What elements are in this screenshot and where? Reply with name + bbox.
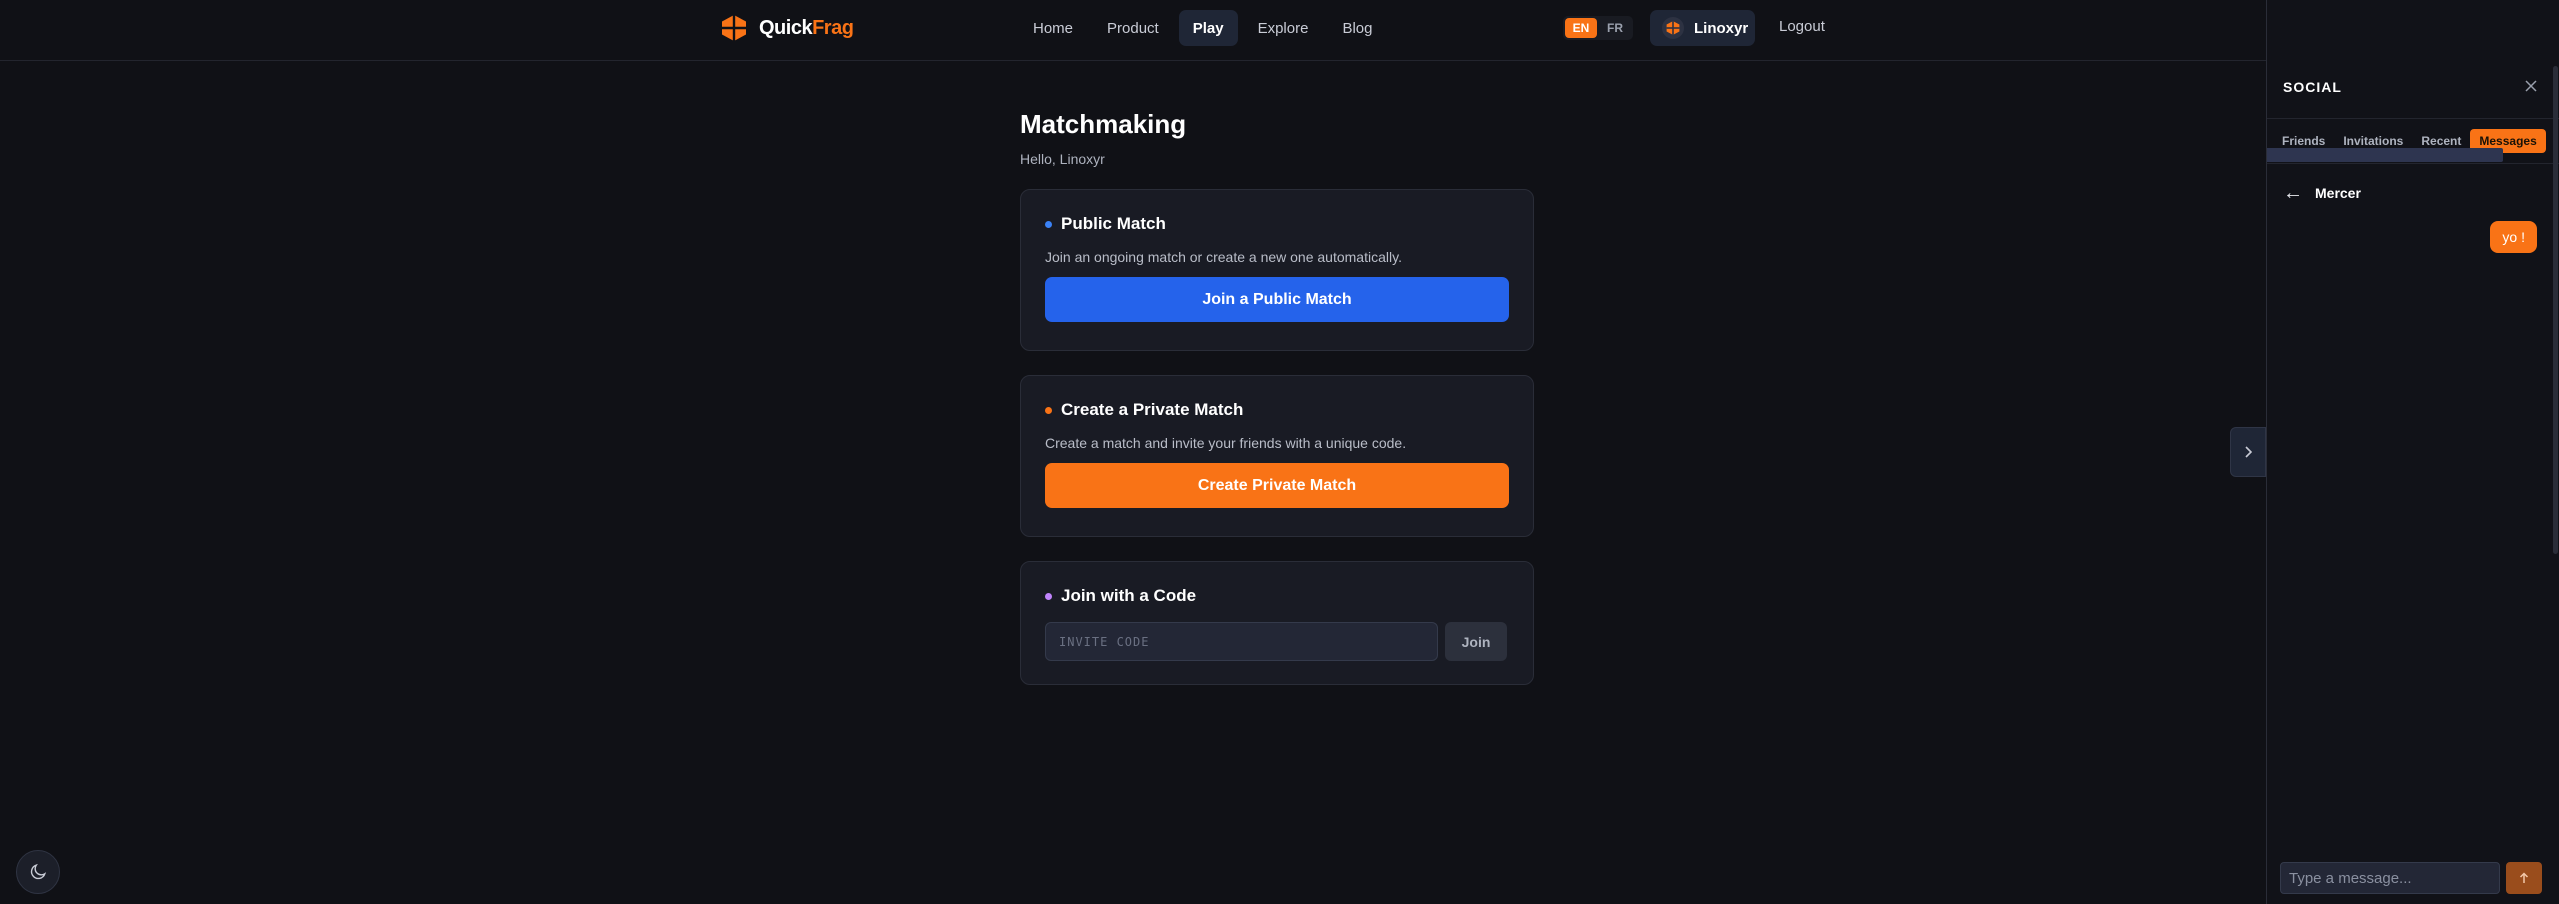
nav-blog[interactable]: Blog <box>1328 10 1386 46</box>
message-input[interactable] <box>2280 862 2500 894</box>
logout-link[interactable]: Logout <box>1779 18 1825 35</box>
nav-product[interactable]: Product <box>1093 10 1173 46</box>
language-switcher: EN FR <box>1563 16 1633 40</box>
conversation-name: Mercer <box>2315 185 2361 201</box>
social-panel-toggle[interactable] <box>2230 427 2266 477</box>
arrow-left-icon[interactable]: ← <box>2283 183 2303 203</box>
close-icon[interactable] <box>2525 79 2537 97</box>
nav-explore[interactable]: Explore <box>1244 10 1323 46</box>
public-match-card: Public Match Join an ongoing match or cr… <box>1020 189 1534 351</box>
send-button[interactable] <box>2506 862 2542 894</box>
page-title: Matchmaking <box>1020 109 1187 139</box>
lang-fr-button[interactable]: FR <box>1599 18 1631 38</box>
join-code-card: Join with a Code Join <box>1020 561 1534 685</box>
private-match-description: Create a match and invite your friends w… <box>1045 435 1407 451</box>
join-code-title: Join with a Code <box>1061 586 1197 605</box>
nav-home[interactable]: Home <box>1019 10 1087 46</box>
invite-code-input[interactable] <box>1045 622 1438 661</box>
message-bubble: yo ! <box>2490 221 2537 253</box>
matchmaking-header: Matchmaking Hello, Linoxyr <box>1020 108 1534 168</box>
conversation-header: ← Mercer <box>2283 182 2361 204</box>
cube-logo-icon <box>722 15 746 41</box>
user-menu-button[interactable]: Linoxyr <box>1650 10 1755 46</box>
theme-toggle-button[interactable] <box>16 850 60 894</box>
status-dot-icon <box>1045 220 1052 228</box>
join-public-match-button[interactable]: Join a Public Match <box>1045 277 1509 322</box>
moon-icon <box>30 863 47 880</box>
top-navbar: QuickFrag Home Product Play Explore Blog… <box>0 0 2266 61</box>
create-private-match-button[interactable]: Create Private Match <box>1045 463 1509 508</box>
social-title: SOCIAL <box>2283 79 2342 95</box>
arrow-up-icon <box>2519 872 2529 883</box>
user-name: Linoxyr <box>1694 19 1749 37</box>
nav-play[interactable]: Play <box>1178 10 1238 46</box>
lang-en-button[interactable]: EN <box>1565 18 1597 38</box>
private-match-title: Create a Private Match <box>1061 400 1244 419</box>
social-panel: SOCIAL Friends Invitations Recent Messag… <box>2266 0 2559 904</box>
public-match-description: Join an ongoing match or create a new on… <box>1045 249 1402 265</box>
public-match-title: Public Match <box>1061 214 1166 233</box>
status-dot-icon <box>1045 592 1052 600</box>
chevron-right-icon <box>2245 446 2253 458</box>
greeting-text: Hello, Linoxyr <box>1020 151 1105 167</box>
status-dot-icon <box>1045 406 1052 414</box>
tabs-scrollbar[interactable] <box>2267 148 2503 162</box>
join-code-button[interactable]: Join <box>1445 622 1507 661</box>
page-scrollbar[interactable] <box>2553 66 2558 554</box>
logo-text: QuickFrag <box>759 16 854 39</box>
logo[interactable]: QuickFrag <box>719 13 854 43</box>
main-nav: Home Product Play Explore Blog <box>1019 10 1386 46</box>
avatar-icon <box>1662 17 1684 39</box>
private-match-card: Create a Private Match Create a match an… <box>1020 375 1534 537</box>
